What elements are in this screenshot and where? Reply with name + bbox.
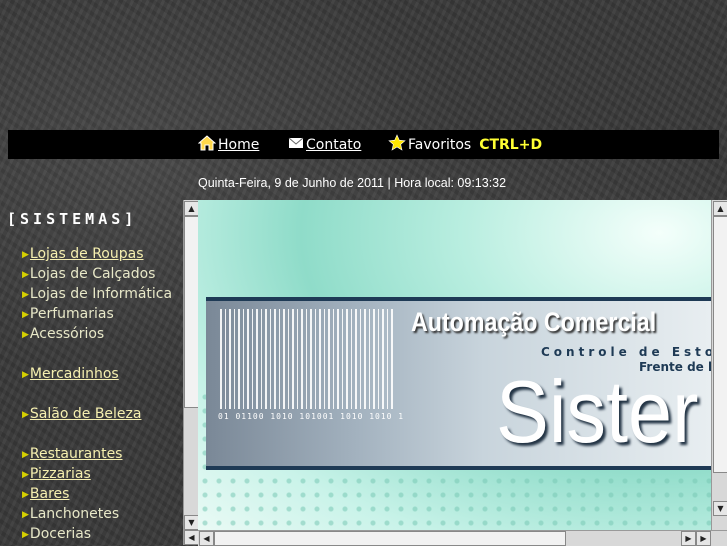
sidebar-item-label: Lojas de Informática xyxy=(29,286,173,302)
arrow-icon: ▶ xyxy=(22,250,29,260)
content-frame: 01 01100 1010 101001 1010 1010 1 Automaç… xyxy=(198,200,711,530)
sidebar-item: ▶Lanchonetes xyxy=(22,504,172,524)
arrow-icon: ▶ xyxy=(22,330,29,340)
frame-scrollbar-horizontal[interactable]: ◀ ▶ ▶ xyxy=(198,530,727,546)
scroll-left-button[interactable]: ◀ xyxy=(184,530,199,545)
sidebar-scrollbar[interactable]: ▲ ▼ ◀ xyxy=(183,200,199,545)
sidebar-item-label: Lojas de Calçados xyxy=(29,266,156,282)
envelope-icon xyxy=(288,137,304,153)
sidebar-item[interactable]: ▶Restaurantes xyxy=(22,444,172,464)
sidebar-item[interactable]: ▶Salão de Beleza xyxy=(22,404,172,424)
frame-scroll-right-button-2[interactable]: ▶ xyxy=(696,531,711,546)
sidebar-item-label[interactable]: Lojas de Roupas xyxy=(30,246,144,262)
sidebar-item: ▶Perfumarias xyxy=(22,304,172,324)
arrow-icon: ▶ xyxy=(22,310,29,320)
nav-home-link[interactable]: Home xyxy=(218,137,259,153)
banner-big-text: Sister xyxy=(496,362,699,461)
arrow-icon: ▶ xyxy=(22,410,29,420)
sidebar-item-label: Acessórios xyxy=(29,326,105,342)
frame-scrollbar-vertical[interactable]: ▲ ▼ xyxy=(711,200,727,530)
banner-binary: 01 01100 1010 101001 1010 1010 1 xyxy=(218,412,405,421)
arrow-icon: ▶ xyxy=(22,450,29,460)
banner-title: Automação Comercial xyxy=(411,307,657,337)
scroll-down-button[interactable]: ▼ xyxy=(184,515,199,530)
sidebar-item-label: Docerias xyxy=(29,526,92,542)
sidebar-item: ▶Lojas de Calçados xyxy=(22,264,172,284)
nav-favoritos-label: Favoritos xyxy=(408,136,472,153)
sidebar-item-label[interactable]: Bares xyxy=(30,486,70,502)
sidebar-item-label[interactable]: Mercadinhos xyxy=(30,366,119,382)
sidebar-item: ▶Docerias xyxy=(22,524,172,544)
sidebar-item-label[interactable]: Pizzarias xyxy=(30,466,91,482)
frame-scroll-left-button[interactable]: ◀ xyxy=(199,531,214,546)
banner: 01 01100 1010 101001 1010 1010 1 Automaç… xyxy=(206,297,711,470)
banner-subtitle: Controle de Estoq xyxy=(541,345,711,359)
sidebar: [SISTEMAS] ▶Lojas de Roupas ▶Lojas de Cal… xyxy=(0,200,182,545)
shortcut-label: CTRL+D xyxy=(479,136,543,153)
sidebar-item-label[interactable]: Salão de Beleza xyxy=(30,406,142,422)
frame-scroll-down-button[interactable]: ▼ xyxy=(713,501,727,516)
frame-scroll-h-thumb[interactable] xyxy=(214,531,566,546)
arrow-icon: ▶ xyxy=(22,270,29,280)
top-navigation-bar: Home Contato Favoritos CTRL+D xyxy=(8,130,719,159)
nav-home[interactable]: Home xyxy=(197,130,259,159)
sidebar-item[interactable]: ▶Lojas de Roupas xyxy=(22,244,172,264)
frame-scroll-right-button[interactable]: ▶ xyxy=(681,531,696,546)
sidebar-item-label[interactable]: Restaurantes xyxy=(30,446,123,462)
nav-contato-link[interactable]: Contato xyxy=(306,137,361,153)
arrow-icon: ▶ xyxy=(22,290,29,300)
sidebar-item[interactable]: ▶Mercadinhos xyxy=(22,364,172,384)
barcode-graphic xyxy=(220,309,395,409)
sidebar-title: [SISTEMAS] xyxy=(7,210,138,228)
date-time-line: Quinta-Feira, 9 de Junho de 2011 | Hora … xyxy=(198,176,507,190)
nav-favoritos[interactable]: Favoritos CTRL+D xyxy=(388,130,542,159)
sidebar-menu: ▶Lojas de Roupas ▶Lojas de Calçados ▶Lojas… xyxy=(22,244,172,544)
arrow-icon: ▶ xyxy=(22,370,29,380)
arrow-icon: ▶ xyxy=(22,510,29,520)
star-icon xyxy=(388,134,406,155)
sidebar-item-label: Perfumarias xyxy=(29,306,114,322)
sidebar-item: ▶Lojas de Informática xyxy=(22,284,172,304)
scroll-thumb[interactable] xyxy=(184,216,199,408)
sidebar-item[interactable]: ▶Pizzarias xyxy=(22,464,172,484)
arrow-icon: ▶ xyxy=(22,530,29,540)
frame-scroll-thumb[interactable] xyxy=(713,216,727,473)
frame-scroll-up-button[interactable]: ▲ xyxy=(713,201,727,216)
nav-contato[interactable]: Contato xyxy=(288,130,361,159)
home-icon xyxy=(197,134,217,156)
sidebar-item[interactable]: ▶Bares xyxy=(22,484,172,504)
arrow-icon: ▶ xyxy=(22,490,29,500)
arrow-icon: ▶ xyxy=(22,470,29,480)
scroll-up-button[interactable]: ▲ xyxy=(184,201,199,216)
sidebar-item: ▶Acessórios xyxy=(22,324,172,344)
sidebar-item-label: Lanchonetes xyxy=(29,506,120,522)
